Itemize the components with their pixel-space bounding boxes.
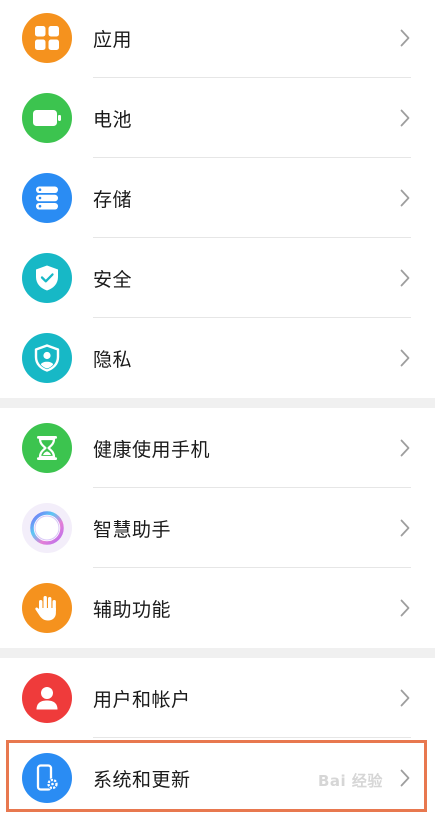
battery-icon bbox=[22, 93, 72, 143]
settings-list: 应用 电池 存储 安全 隐私 健康使用手机 智慧助手 辅助功能 用户和帐户 系统… bbox=[0, 0, 435, 818]
settings-item-label: 安全 bbox=[93, 268, 133, 291]
storage-icon bbox=[22, 173, 72, 223]
settings-group-2: 健康使用手机 智慧助手 辅助功能 bbox=[0, 408, 435, 648]
assistant-ring-icon bbox=[22, 503, 72, 553]
settings-group-3: 用户和帐户 系统和更新 bbox=[0, 658, 435, 818]
chevron-right-icon bbox=[399, 108, 411, 128]
chevron-right-icon bbox=[399, 28, 411, 48]
privacy-shield-icon bbox=[22, 333, 72, 383]
settings-group-1: 应用 电池 存储 安全 隐私 bbox=[0, 0, 435, 398]
settings-item-label: 智慧助手 bbox=[93, 518, 172, 541]
settings-item-label: 电池 bbox=[93, 108, 133, 131]
section-gap bbox=[0, 398, 435, 408]
user-icon bbox=[22, 673, 72, 723]
hand-icon bbox=[22, 583, 72, 633]
chevron-right-icon bbox=[399, 518, 411, 538]
settings-item-accessibility[interactable]: 辅助功能 bbox=[0, 568, 435, 648]
chevron-right-icon bbox=[399, 688, 411, 708]
settings-item-label: 健康使用手机 bbox=[93, 438, 211, 461]
chevron-right-icon bbox=[399, 348, 411, 368]
apps-grid-icon bbox=[22, 13, 72, 63]
chevron-right-icon bbox=[399, 268, 411, 288]
chevron-right-icon bbox=[399, 598, 411, 618]
settings-item-label: 用户和帐户 bbox=[93, 688, 191, 711]
watermark: Bai 经验 bbox=[318, 772, 383, 790]
settings-item-battery[interactable]: 电池 bbox=[0, 78, 435, 158]
shield-check-icon bbox=[22, 253, 72, 303]
hourglass-icon bbox=[22, 423, 72, 473]
settings-item-digital-balance[interactable]: 健康使用手机 bbox=[0, 408, 435, 488]
settings-item-security[interactable]: 安全 bbox=[0, 238, 435, 318]
settings-item-label: 辅助功能 bbox=[93, 598, 172, 621]
settings-item-apps[interactable]: 应用 bbox=[0, 0, 435, 78]
phone-gear-icon bbox=[22, 753, 72, 803]
settings-item-label: 应用 bbox=[93, 28, 133, 51]
chevron-right-icon bbox=[399, 188, 411, 208]
settings-item-smart-assistant[interactable]: 智慧助手 bbox=[0, 488, 435, 568]
settings-item-label: 存储 bbox=[93, 188, 133, 211]
settings-item-storage[interactable]: 存储 bbox=[0, 158, 435, 238]
settings-item-privacy[interactable]: 隐私 bbox=[0, 318, 435, 398]
chevron-right-icon bbox=[399, 438, 411, 458]
settings-item-label: 隐私 bbox=[93, 348, 133, 371]
settings-item-users-accounts[interactable]: 用户和帐户 bbox=[0, 658, 435, 738]
chevron-right-icon bbox=[399, 768, 411, 788]
section-gap bbox=[0, 648, 435, 658]
